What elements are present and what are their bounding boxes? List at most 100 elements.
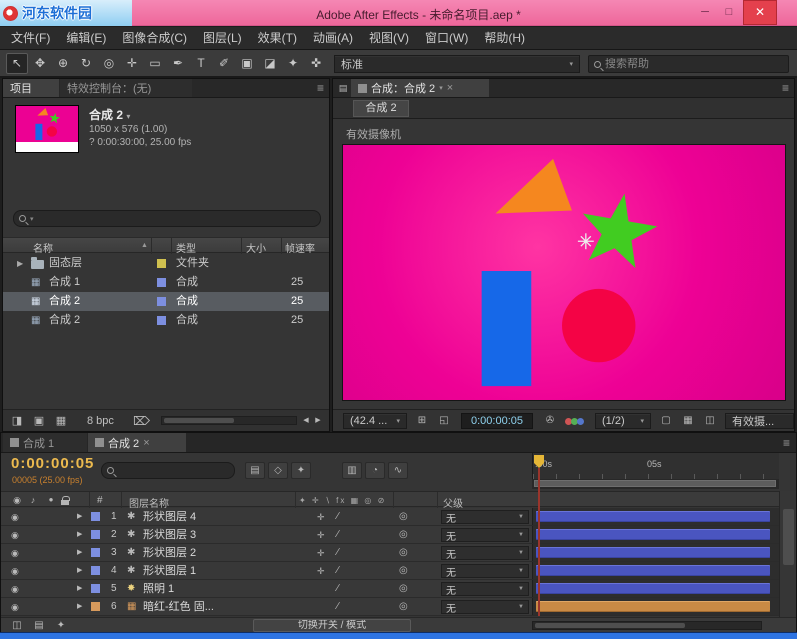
col-fps[interactable]: 帧速率 <box>285 240 315 255</box>
clone-stamp-tool-button[interactable]: ▣ <box>236 53 258 74</box>
label-chip[interactable] <box>91 512 100 521</box>
time-ruler[interactable]: :00s 05s <box>532 453 779 479</box>
parent-dropdown[interactable]: 无 ▼ <box>441 528 529 542</box>
project-hscrollbar[interactable] <box>161 416 297 425</box>
label-chip[interactable] <box>91 530 100 539</box>
new-composition-icon[interactable]: ▦ <box>53 410 69 432</box>
scroll-left-icon[interactable]: ◀ <box>301 410 311 432</box>
eye-icon[interactable]: ◉ <box>11 580 19 598</box>
tab-comp-2[interactable]: 合成 2 × <box>88 433 186 452</box>
parent-dropdown[interactable]: 无 ▼ <box>441 564 529 578</box>
eye-icon[interactable]: ◉ <box>11 544 19 562</box>
roto-brush-tool-button[interactable]: ✦ <box>282 53 304 74</box>
transfer-controls-icon[interactable]: ▤ <box>31 618 47 633</box>
layer-name[interactable]: 形状图层 4 <box>143 508 196 526</box>
composition-canvas[interactable] <box>342 144 786 401</box>
label-chip[interactable] <box>91 566 100 575</box>
shape-circle[interactable] <box>562 289 635 362</box>
type-tool-button[interactable]: T <box>190 53 212 74</box>
in-out-panes-icon[interactable]: ✦ <box>53 618 69 633</box>
layer-duration-bar[interactable] <box>536 547 770 558</box>
layer-track[interactable] <box>532 562 779 579</box>
mask-shape-tool-button[interactable]: ▭ <box>144 53 166 74</box>
region-of-interest-icon[interactable]: ▢ <box>657 413 675 429</box>
expander-icon[interactable]: ▶ <box>77 544 82 562</box>
maximize-button[interactable]: □ <box>717 0 741 25</box>
layer-name[interactable]: 照明 1 <box>143 580 174 598</box>
chevron-down-icon[interactable]: ▾ <box>439 84 443 92</box>
expander-icon[interactable]: ▶ <box>77 562 82 580</box>
bit-depth-label[interactable]: 8 bpc <box>87 410 114 432</box>
transparency-grid-icon[interactable]: ▦ <box>679 413 697 429</box>
shape-star[interactable] <box>583 194 657 268</box>
parent-dropdown[interactable]: 无 ▼ <box>441 510 529 524</box>
label-chip[interactable] <box>157 316 166 325</box>
col-number[interactable]: # <box>97 495 103 506</box>
col-type[interactable]: 类型 <box>176 240 196 255</box>
menu-effect[interactable]: 效果(T) <box>250 27 305 49</box>
work-area-track[interactable] <box>532 479 779 489</box>
parent-dropdown[interactable]: 无 ▼ <box>441 600 529 614</box>
shape-triangle[interactable] <box>496 159 572 214</box>
viewer-timecode[interactable]: 0:00:00:05 <box>461 413 533 429</box>
panel-menu-icon[interactable]: ≡ <box>783 433 790 453</box>
menu-layer[interactable]: 图层(L) <box>195 27 250 49</box>
label-chip[interactable] <box>91 584 100 593</box>
pen-tool-button[interactable]: ✒ <box>167 53 189 74</box>
menu-view[interactable]: 视图(V) <box>361 27 417 49</box>
close-button[interactable]: ✕ <box>743 0 777 25</box>
quality-switch-icon[interactable]: ∕ <box>337 562 339 580</box>
expander-icon[interactable]: ▶ <box>17 254 23 273</box>
layer-track[interactable] <box>532 580 779 597</box>
tab-project[interactable]: 项目 <box>3 79 59 97</box>
eye-icon[interactable]: ◉ <box>11 598 19 616</box>
eraser-tool-button[interactable]: ◪ <box>259 53 281 74</box>
scroll-right-icon[interactable]: ▶ <box>313 410 323 432</box>
layer-row[interactable]: ◉ ▶ 2 ✱ 形状图层 3 ✛ ∕ ◎ 无 ▼ <box>1 526 796 544</box>
timeline-hscrollbar[interactable] <box>532 621 762 630</box>
expander-icon[interactable]: ▶ <box>77 508 82 526</box>
help-search-input[interactable] <box>605 58 783 70</box>
quality-switch-icon[interactable]: ∕ <box>337 580 339 598</box>
layer-duration-bar[interactable] <box>536 511 770 522</box>
table-row[interactable]: ▶ 固态层 文件夹 <box>3 254 329 273</box>
help-search[interactable] <box>588 55 789 73</box>
tab-effect-controls[interactable]: 特效控制台：(无) <box>60 79 192 97</box>
layer-name[interactable]: 暗红-红色 固... <box>143 598 214 616</box>
layer-row[interactable]: ◉ ▶ 1 ✱ 形状图层 4 ✛ ∕ ◎ 无 ▼ <box>1 508 796 526</box>
interpret-footage-icon[interactable]: ◨ <box>9 410 25 432</box>
adjustment-switch-icon[interactable]: ◎ <box>399 598 408 616</box>
timeline-search-input[interactable] <box>118 465 229 477</box>
expander-icon[interactable]: ▶ <box>77 598 82 616</box>
adjustment-switch-icon[interactable]: ◎ <box>399 580 408 598</box>
expander-icon[interactable]: ▶ <box>77 526 82 544</box>
trash-icon[interactable]: ⌦ <box>133 410 149 432</box>
col-size[interactable]: 大小 <box>246 240 266 255</box>
brush-tool-button[interactable]: ✐ <box>213 53 235 74</box>
timeline-search[interactable] <box>101 462 235 479</box>
label-chip[interactable] <box>157 297 166 306</box>
motion-blur-button[interactable]: ◔ <box>365 462 385 479</box>
expander-icon[interactable]: ▶ <box>77 580 82 598</box>
fast-previews-icon[interactable]: ◫ <box>701 413 719 429</box>
layer-duration-bar[interactable] <box>536 529 770 540</box>
eye-icon[interactable]: ◉ <box>11 562 19 580</box>
collapse-switch-icon[interactable]: ✛ <box>317 508 325 526</box>
label-chip[interactable] <box>91 602 100 611</box>
col-name[interactable]: 名称 <box>33 240 53 255</box>
pan-behind-tool-button[interactable]: ✛ <box>121 53 143 74</box>
layer-track[interactable] <box>532 598 779 615</box>
show-channels-icon[interactable] <box>565 413 587 429</box>
quality-switch-icon[interactable]: ∕ <box>337 508 339 526</box>
tab-composition-view[interactable]: 合成：合成 2 ▾ × <box>351 79 489 97</box>
panel-menu-icon[interactable]: ≡ <box>317 79 324 98</box>
table-row[interactable]: ▦ 合成 1 合成 25 <box>3 273 329 292</box>
workspace-dropdown[interactable]: 标准 ▾ <box>334 55 580 73</box>
zoom-tool-button[interactable]: ⊕ <box>52 53 74 74</box>
quality-switch-icon[interactable]: ∕ <box>337 526 339 544</box>
project-search[interactable]: ▾ <box>13 210 321 227</box>
eye-icon[interactable]: ◉ <box>11 508 19 526</box>
layer-name[interactable]: 形状图层 1 <box>143 562 196 580</box>
collapse-switch-icon[interactable]: ✛ <box>317 562 325 580</box>
layer-duration-bar[interactable] <box>536 583 770 594</box>
